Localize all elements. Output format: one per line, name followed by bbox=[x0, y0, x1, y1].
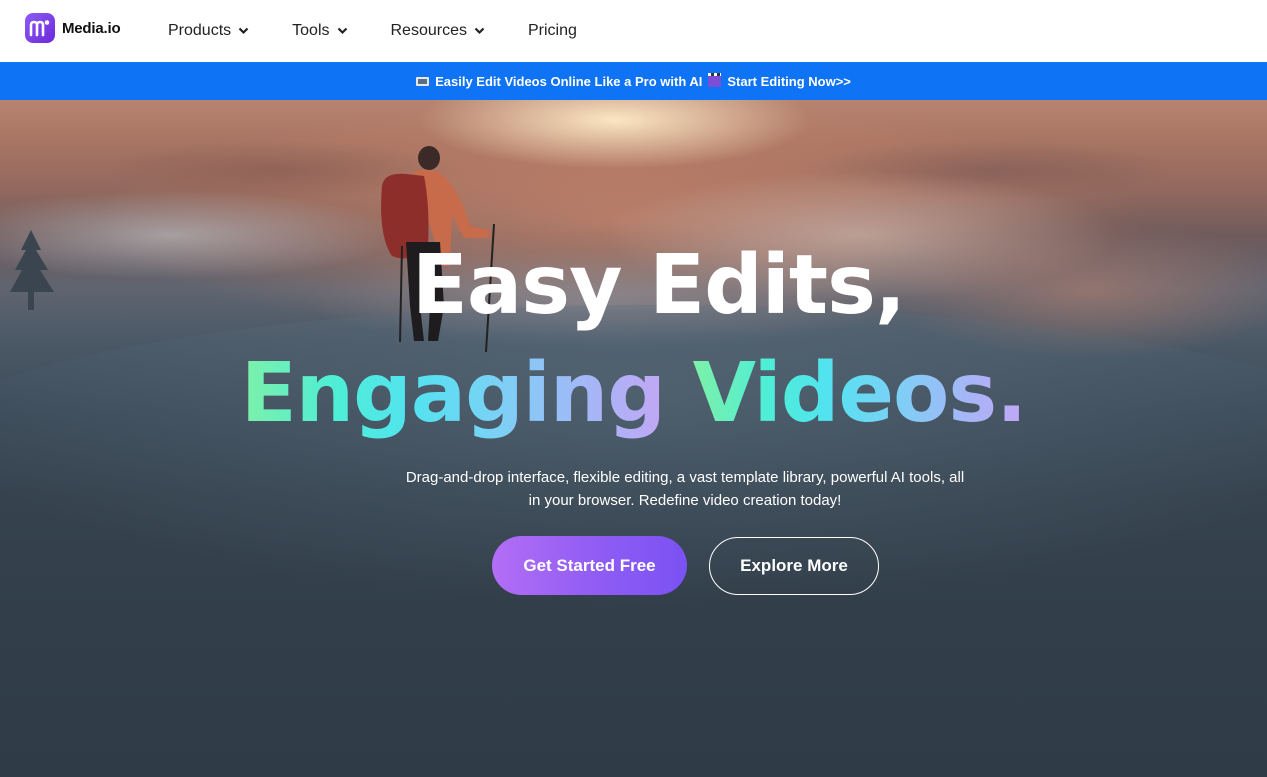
hero-subtitle: Drag-and-drop interface, flexible editin… bbox=[383, 466, 987, 512]
nav-pricing-label: Pricing bbox=[527, 22, 577, 39]
nav-products-label: Products bbox=[168, 22, 232, 39]
media-io-logo-icon bbox=[25, 13, 55, 43]
chevron-down-icon bbox=[238, 22, 249, 40]
brand-logo-link[interactable]: Media.io bbox=[25, 13, 121, 43]
chevron-down-icon bbox=[337, 22, 348, 40]
explore-more-button[interactable]: Explore More bbox=[709, 537, 879, 595]
main-nav: Products Tools Resources Pricing bbox=[168, 0, 577, 62]
get-started-free-button[interactable]: Get Started Free bbox=[492, 536, 687, 595]
banner-text-main: Easily Edit Videos Online Like a Pro wit… bbox=[435, 73, 703, 89]
film-frames-icon bbox=[416, 76, 430, 86]
hero-headline-word-videos: Videos. bbox=[692, 346, 1028, 441]
nav-tools[interactable]: Tools bbox=[292, 22, 347, 40]
hero-headline-line2: Engaging Videos. bbox=[0, 346, 1267, 441]
hero-headline-line1: Easy Edits, bbox=[411, 238, 906, 333]
brand-name: Media.io bbox=[62, 19, 121, 37]
nav-resources[interactable]: Resources bbox=[391, 22, 485, 40]
promo-banner[interactable]: Easily Edit Videos Online Like a Pro wit… bbox=[0, 62, 1267, 100]
nav-pricing[interactable]: Pricing bbox=[528, 22, 577, 40]
clapperboard-icon bbox=[708, 72, 722, 87]
hero-subtitle-line2: in your browser. Redefine video creation… bbox=[528, 492, 842, 509]
nav-products[interactable]: Products bbox=[168, 22, 249, 40]
hero-headline-word-engaging: Engaging bbox=[240, 346, 666, 441]
hero-section: Easy Edits, Engaging Videos. Drag-and-dr… bbox=[0, 100, 1267, 777]
nav-tools-label: Tools bbox=[292, 22, 330, 39]
banner-cta-link[interactable]: Start Editing Now>> bbox=[727, 74, 851, 89]
site-header: Media.io Products Tools Resources Pricin… bbox=[0, 0, 1267, 62]
nav-resources-label: Resources bbox=[390, 22, 467, 39]
hero-subtitle-line1: Drag-and-drop interface, flexible editin… bbox=[405, 469, 965, 486]
chevron-down-icon bbox=[474, 22, 485, 40]
